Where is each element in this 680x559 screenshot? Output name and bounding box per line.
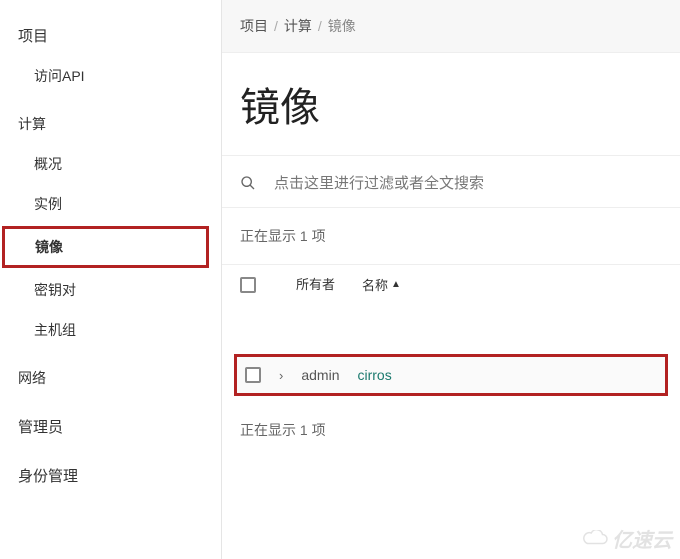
table-row: › admin cirros	[234, 354, 668, 396]
item-count-bottom: 正在显示 1 项	[222, 396, 680, 440]
nav-compute[interactable]: 计算	[0, 104, 221, 144]
page-title: 镜像	[222, 53, 680, 155]
breadcrumb-images: 镜像	[328, 16, 356, 36]
breadcrumb-sep: /	[274, 18, 278, 34]
search-placeholder: 点击这里进行过滤或者全文搜索	[274, 172, 484, 193]
breadcrumb-sep: /	[318, 18, 322, 34]
main-content: 项目 / 计算 / 镜像 镜像 点击这里进行过滤或者全文搜索 正在显示 1 项 …	[222, 0, 680, 559]
breadcrumb-compute[interactable]: 计算	[284, 16, 312, 36]
row-checkbox[interactable]	[245, 367, 261, 383]
item-count-top: 正在显示 1 项	[222, 208, 680, 264]
nav-images-active-highlight: 镜像	[2, 226, 209, 268]
sort-ascending-icon: ▲	[391, 279, 401, 290]
nav-overview[interactable]: 概况	[0, 144, 221, 184]
nav-project[interactable]: 项目	[0, 15, 221, 56]
nav-keypairs[interactable]: 密钥对	[0, 270, 221, 310]
search-filter[interactable]: 点击这里进行过滤或者全文搜索	[222, 155, 680, 208]
sidebar: 项目 访问API 计算 概况 实例 镜像 密钥对 主机组 网络 管理员 身份管理	[0, 0, 222, 559]
nav-images[interactable]: 镜像	[5, 229, 206, 265]
column-header-owner[interactable]: 所有者	[296, 277, 344, 293]
expand-row-icon[interactable]: ›	[279, 368, 283, 383]
nav-network[interactable]: 网络	[0, 358, 221, 398]
row-owner: admin	[301, 367, 339, 383]
nav-admin[interactable]: 管理员	[0, 406, 221, 447]
select-all-checkbox[interactable]	[240, 277, 256, 293]
nav-access-api[interactable]: 访问API	[0, 56, 221, 96]
row-name-link[interactable]: cirros	[357, 367, 391, 383]
nav-identity[interactable]: 身份管理	[0, 455, 221, 496]
breadcrumb: 项目 / 计算 / 镜像	[222, 0, 680, 53]
nav-instances[interactable]: 实例	[0, 184, 221, 224]
column-header-name-label: 名称	[362, 275, 388, 294]
nav-hostgroups[interactable]: 主机组	[0, 310, 221, 350]
column-header-name[interactable]: 名称 ▲	[362, 275, 401, 294]
search-icon	[240, 175, 256, 191]
table-header: 所有者 名称 ▲	[222, 264, 680, 304]
breadcrumb-project[interactable]: 项目	[240, 16, 268, 36]
